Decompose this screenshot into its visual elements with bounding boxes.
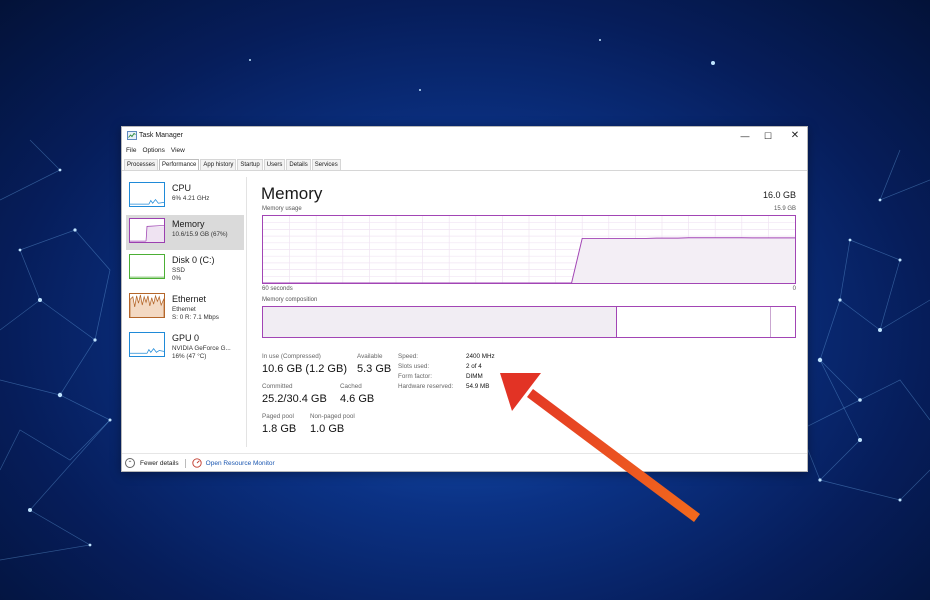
sidebar-item-ethernet[interactable]: Ethernet Ethernet S: 0 R: 7.1 Mbps xyxy=(126,290,244,325)
sidebar-item-detail: 16% (47 °C) xyxy=(172,353,207,360)
available-label: Available xyxy=(357,353,383,360)
memory-usage-label: Memory usage xyxy=(262,206,302,212)
sidebar-item-memory[interactable]: Memory 10.6/15.9 GB (67%) xyxy=(126,215,244,250)
page-title: Memory xyxy=(261,184,323,203)
paged-pool-label: Paged pool xyxy=(262,413,294,420)
sidebar-item-detail: S: 0 R: 7.1 Mbps xyxy=(172,314,219,321)
memory-total: 16.0 GB xyxy=(762,190,796,200)
sidebar-item-detail: Ethernet xyxy=(172,306,196,313)
memory-composition-bar xyxy=(262,306,796,338)
minimize-button[interactable]: — xyxy=(734,129,756,143)
composition-standby-divider xyxy=(769,307,771,337)
fewer-details-button[interactable]: Fewer details xyxy=(140,460,179,467)
spec-slots-label: Slots used: xyxy=(398,363,430,370)
spec-hardware-reserved-label: Hardware reserved: xyxy=(398,383,454,390)
footer-separator xyxy=(184,458,186,468)
sidebar-divider xyxy=(246,177,247,447)
sidebar-item-label: Disk 0 (C:) xyxy=(172,255,215,265)
in-use-label: In use (Compressed) xyxy=(262,353,321,360)
committed-value: 25.2/30.4 GB xyxy=(262,393,327,405)
sidebar-item-detail: 6% 4.21 GHz xyxy=(172,195,210,202)
composition-in-use-segment xyxy=(263,307,617,337)
cached-value: 4.6 GB xyxy=(340,393,375,405)
memory-usage-graph xyxy=(262,215,796,284)
title-bar[interactable]: Task Manager — ☐ ✕ xyxy=(122,127,807,145)
sidebar-item-disk[interactable]: Disk 0 (C:) SSD 0% xyxy=(126,251,244,286)
sidebar-item-detail: 10.6/15.9 GB (67%) xyxy=(172,231,228,238)
committed-label: Committed xyxy=(262,383,293,390)
sidebar-item-detail: 0% xyxy=(172,275,182,282)
graph-zero-label: 0 xyxy=(792,286,796,292)
non-paged-pool-value: 1.0 GB xyxy=(310,423,345,435)
spec-speed-label: Speed: xyxy=(398,353,418,360)
cpu-graph-icon xyxy=(129,182,165,207)
sidebar-item-label: GPU 0 xyxy=(172,333,200,343)
footer: ⌃ Fewer details Open Resource Monitor xyxy=(125,457,275,469)
menu-file[interactable]: File xyxy=(126,147,136,157)
tab-divider xyxy=(122,170,807,171)
window-title: Task Manager xyxy=(139,132,183,139)
sidebar-item-label: Ethernet xyxy=(172,294,207,304)
spec-hardware-reserved-value: 54.9 MB xyxy=(466,383,490,390)
memory-composition-label: Memory composition xyxy=(262,297,318,303)
sidebar-item-gpu[interactable]: GPU 0 NVIDIA GeForce G... 16% (47 °C) xyxy=(126,329,244,364)
available-value: 5.3 GB xyxy=(357,363,392,375)
chevron-up-icon[interactable]: ⌃ xyxy=(125,458,135,468)
graph-time-label: 60 seconds xyxy=(262,286,293,292)
paged-pool-value: 1.8 GB xyxy=(262,423,297,435)
sidebar-item-detail: NVIDIA GeForce G... xyxy=(172,345,231,352)
disk-graph-icon xyxy=(129,254,165,279)
sidebar-item-detail: SSD xyxy=(172,267,185,274)
menu-bar: File Options View xyxy=(126,147,185,157)
menu-view[interactable]: View xyxy=(171,147,185,157)
gpu-graph-icon xyxy=(129,332,165,357)
maximize-button[interactable]: ☐ xyxy=(757,129,779,143)
footer-divider xyxy=(122,453,807,454)
cached-label: Cached xyxy=(340,383,362,390)
in-use-value: 10.6 GB (1.2 GB) xyxy=(262,363,347,375)
resource-monitor-icon xyxy=(192,458,202,468)
non-paged-pool-label: Non-paged pool xyxy=(310,413,355,420)
memory-usage-max: 15.9 GB xyxy=(773,206,796,212)
task-manager-window: Task Manager — ☐ ✕ File Options View Pro… xyxy=(121,126,808,472)
sidebar-item-cpu[interactable]: CPU 6% 4.21 GHz xyxy=(126,179,244,214)
memory-graph-icon xyxy=(129,218,165,243)
sidebar-item-label: Memory xyxy=(172,219,205,229)
spec-speed-value: 2400 MHz xyxy=(466,353,495,360)
menu-options[interactable]: Options xyxy=(142,147,164,157)
task-manager-icon xyxy=(127,131,137,140)
open-resource-monitor-link[interactable]: Open Resource Monitor xyxy=(206,460,275,467)
spec-slots-value: 2 of 4 xyxy=(466,363,482,370)
spec-form-factor-label: Form factor: xyxy=(398,373,432,380)
sidebar-item-label: CPU xyxy=(172,183,192,193)
ethernet-graph-icon xyxy=(129,293,165,318)
spec-form-factor-value: DIMM xyxy=(466,373,483,380)
close-button[interactable]: ✕ xyxy=(784,129,806,143)
